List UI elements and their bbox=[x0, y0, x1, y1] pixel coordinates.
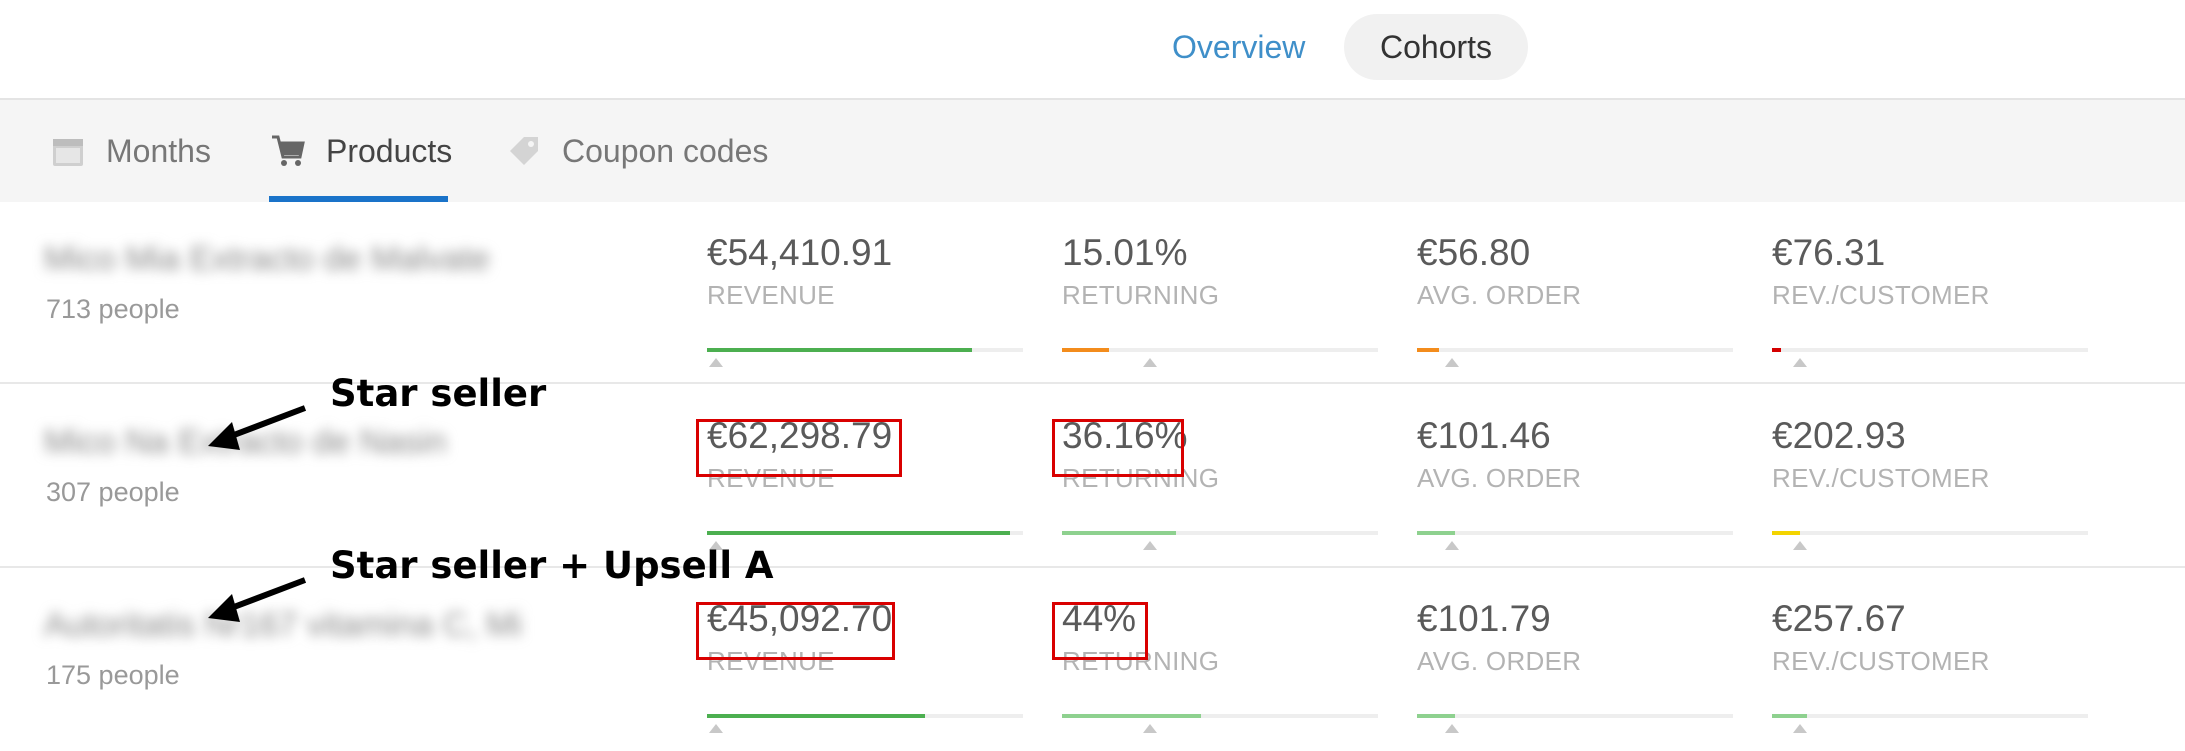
metric-marker bbox=[1793, 358, 1808, 367]
metric-bar-fill bbox=[707, 348, 973, 352]
metric-label: AVG. ORDER bbox=[1417, 646, 1582, 676]
metric-value: €56.80 bbox=[1417, 232, 1531, 273]
metric-bar-fill bbox=[1417, 348, 1440, 352]
metric-value: €76.31 bbox=[1772, 232, 1886, 273]
metric-bar bbox=[707, 531, 1023, 535]
metric-marker bbox=[1444, 541, 1459, 550]
annotation-label: Star seller bbox=[330, 372, 547, 415]
product-row[interactable]: Mico Mia Extracto de Malvate 713 people … bbox=[0, 202, 2185, 385]
metric-bar bbox=[707, 714, 1023, 718]
metric-label: REV./CUSTOMER bbox=[1772, 463, 1990, 493]
highlight-box-returning bbox=[1052, 602, 1148, 660]
metric-value: €101.46 bbox=[1417, 415, 1551, 456]
metric-avg-order: €101.46 AVG. ORDER bbox=[1417, 413, 1733, 550]
tab-cohorts[interactable]: Cohorts bbox=[1344, 14, 1529, 80]
subtab-coupon-codes-label: Coupon codes bbox=[562, 132, 769, 169]
metric-bar-fill bbox=[707, 531, 1011, 535]
metric-marker bbox=[1793, 724, 1808, 733]
metric-bar bbox=[1417, 348, 1733, 352]
tab-overview[interactable]: Overview bbox=[1136, 14, 1341, 80]
metric-bar bbox=[1062, 714, 1378, 718]
subtab-coupon-codes[interactable]: Coupon codes bbox=[506, 100, 768, 202]
metric-label: AVG. ORDER bbox=[1417, 280, 1582, 310]
metric-rev-customer: €76.31 REV./CUSTOMER bbox=[1772, 230, 2088, 367]
metric-value: €257.67 bbox=[1772, 598, 1906, 639]
metric-label: REV./CUSTOMER bbox=[1772, 646, 1990, 676]
metric-bar-fill bbox=[1062, 531, 1176, 535]
people-count: 175 people bbox=[46, 660, 180, 690]
metric-marker bbox=[709, 358, 724, 367]
sub-nav: Months Products Coupon codes bbox=[0, 100, 2185, 202]
metric-bar-fill bbox=[1772, 714, 1807, 718]
metric-avg-order: €101.79 AVG. ORDER bbox=[1417, 596, 1733, 733]
metric-label: RETURNING bbox=[1062, 280, 1220, 310]
metric-value: €202.93 bbox=[1772, 415, 1906, 456]
metric-bar-fill bbox=[1772, 531, 1801, 535]
metric-avg-order: €56.80 AVG. ORDER bbox=[1417, 230, 1733, 367]
subtab-months-label: Months bbox=[106, 132, 211, 169]
people-count: 307 people bbox=[46, 477, 180, 507]
metric-returning: 15.01% RETURNING bbox=[1062, 230, 1378, 367]
metric-bar-fill bbox=[1062, 348, 1110, 352]
subtab-products[interactable]: Products bbox=[270, 100, 452, 202]
metric-marker bbox=[1444, 358, 1459, 367]
metric-value: €101.79 bbox=[1417, 598, 1551, 639]
metric-label: AVG. ORDER bbox=[1417, 463, 1582, 493]
metric-bar-fill bbox=[707, 714, 926, 718]
metric-bar-fill bbox=[1062, 714, 1202, 718]
annotation-arrow-icon bbox=[208, 405, 307, 450]
top-nav: Overview Cohorts bbox=[0, 0, 2185, 100]
highlight-box-returning bbox=[1052, 419, 1184, 477]
metric-revenue: €54,410.91 REVENUE bbox=[707, 230, 1023, 367]
metric-bar-fill bbox=[1417, 531, 1455, 535]
metric-label: REV./CUSTOMER bbox=[1772, 280, 1990, 310]
metric-marker bbox=[1793, 541, 1808, 550]
metric-marker bbox=[1444, 724, 1459, 733]
tag-icon bbox=[510, 137, 538, 165]
metric-bar-fill bbox=[1772, 348, 1782, 352]
metric-bar bbox=[1417, 714, 1733, 718]
metric-marker bbox=[1143, 724, 1158, 733]
row-divider bbox=[0, 382, 2185, 384]
calendar-icon bbox=[53, 139, 83, 166]
product-name: Mico Mia Extracto de Malvate bbox=[44, 240, 490, 278]
annotation-arrow-icon bbox=[208, 577, 307, 622]
subtab-products-label: Products bbox=[326, 132, 453, 169]
metric-bar bbox=[1772, 531, 2088, 535]
people-count: 713 people bbox=[46, 294, 180, 324]
highlight-box-revenue bbox=[696, 602, 895, 660]
metric-bar bbox=[1062, 531, 1378, 535]
metric-bar bbox=[1417, 531, 1733, 535]
metric-bar-fill bbox=[1417, 714, 1455, 718]
metric-rev-customer: €202.93 REV./CUSTOMER bbox=[1772, 413, 2088, 550]
metric-marker bbox=[709, 724, 724, 733]
metric-bar bbox=[707, 348, 1023, 352]
metric-bar bbox=[1772, 714, 2088, 718]
annotation-label: Star seller + Upsell A bbox=[330, 544, 774, 587]
metric-value: 15.01% bbox=[1062, 232, 1188, 273]
metric-bar bbox=[1062, 348, 1378, 352]
metric-value: €54,410.91 bbox=[707, 232, 893, 273]
metric-bar bbox=[1772, 348, 2088, 352]
metric-marker bbox=[1143, 358, 1158, 367]
highlight-box-revenue bbox=[696, 419, 902, 477]
cart-icon bbox=[272, 135, 305, 166]
metric-label: REVENUE bbox=[707, 280, 835, 310]
metric-rev-customer: €257.67 REV./CUSTOMER bbox=[1772, 596, 2088, 733]
metric-marker bbox=[1143, 541, 1158, 550]
subtab-months[interactable]: Months bbox=[50, 100, 211, 202]
